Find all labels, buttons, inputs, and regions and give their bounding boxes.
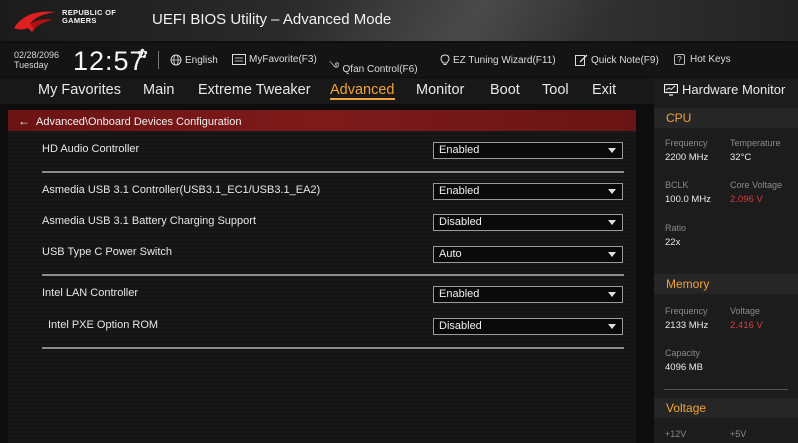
v5-label: +5V [730,429,747,439]
cpu-frequency-label: Frequency [665,138,708,148]
ratio-label: Ratio [665,223,687,233]
app-title: UEFI BIOS Utility – Advanced Mode [152,11,392,28]
language-button[interactable]: English [170,54,218,66]
hw-divider [664,389,788,390]
myfavorite-button[interactable]: MyFavorite(F3) [232,54,317,65]
monitor-icon [664,83,678,96]
select-value: Disabled [439,216,482,228]
rog-logo-icon [14,11,56,32]
date-text: 02/28/2096 [14,50,60,60]
brand-name: REPUBLIC OF GAMERS [62,9,116,25]
ez-tuning-wizard-button[interactable]: EZ Tuning Wizard(F11) [440,54,556,66]
myfavorite-label: MyFavorite(F3) [249,54,317,65]
hot-keys-button[interactable]: ? Hot Keys [674,54,731,65]
intel-lan-select[interactable]: Enabled [433,286,623,303]
memory-frequency-value: 2133 MHz [665,320,709,331]
voltage-section-header: Voltage [654,398,798,418]
settings-panel: HD Audio Controller Enabled Asmedia USB … [8,131,636,443]
memory-voltage-label: Voltage [730,306,761,316]
memory-voltage-value: 2.416 V [730,320,763,331]
section-divider [42,274,624,276]
cpu-frequency-value: 2200 MHz [665,152,709,163]
chevron-down-icon [608,148,616,153]
note-pencil-icon [575,54,588,66]
clock-time: 12:57 [73,46,146,76]
chevron-down-icon [608,324,616,329]
bclk-label: BCLK [665,180,689,190]
bclk-value: 100.0 MHz [665,194,711,205]
tab-boot[interactable]: Boot [490,82,520,98]
day-text: Tuesday [14,60,49,70]
quick-note-label: Quick Note(F9) [591,54,659,66]
breadcrumb[interactable]: ← Advanced\Onboard Devices Configuration [8,110,636,131]
asmedia-usb31-controller-select[interactable]: Enabled [433,183,623,200]
chevron-down-icon [608,252,616,257]
ez-tuning-label: EZ Tuning Wizard(F11) [453,54,556,66]
section-divider [42,171,624,173]
globe-icon [170,54,182,66]
hot-keys-label: Hot Keys [690,54,731,65]
chevron-down-icon [608,220,616,225]
cpu-temperature-value: 32°C [730,152,752,163]
toolbar: 02/28/2096 Tuesday 12:57 ✿ English MyFav… [0,43,798,77]
v12-label: +12V [665,429,687,439]
setting-label-asmedia-usb31-controller: Asmedia USB 3.1 Controller(USB3.1_EC1/US… [42,184,321,196]
breadcrumb-path: Advanced\Onboard Devices Configuration [36,116,242,128]
capacity-label: Capacity [665,348,701,358]
bulb-icon [440,54,450,65]
gear-icon[interactable]: ✿ [137,46,148,62]
section-divider [42,347,624,349]
setting-label-asmedia-battery-charging: Asmedia USB 3.1 Battery Charging Support [42,215,257,227]
cpu-temperature-label: Temperature [730,138,781,148]
memory-section-header: Memory [654,274,798,294]
select-value: Enabled [439,144,480,156]
chevron-down-icon [608,189,616,194]
setting-label-hd-audio: HD Audio Controller [42,143,140,155]
tab-tool[interactable]: Tool [542,82,569,98]
hardware-monitor-panel: Hardware Monitor CPU Frequency Temperatu… [654,78,798,443]
intel-pxe-select[interactable]: Disabled [433,318,623,335]
ratio-value: 22x [665,237,681,248]
asmedia-battery-charging-select[interactable]: Disabled [433,214,623,231]
quick-note-button[interactable]: Quick Note(F9) [575,54,659,66]
date-display: 02/28/2096 Tuesday [14,50,59,70]
question-box-icon: ? [674,54,685,65]
select-value: Enabled [439,185,480,197]
hardware-monitor-title-text: Hardware Monitor [682,82,786,97]
hardware-monitor-title: Hardware Monitor [664,82,785,97]
tab-monitor[interactable]: Monitor [416,82,464,98]
setting-label-intel-pxe: Intel PXE Option ROM [48,319,159,331]
favorite-list-icon [232,54,246,65]
capacity-value: 4096 MB [665,362,704,373]
language-label: English [185,54,218,66]
tab-advanced[interactable]: Advanced [330,82,395,100]
back-arrow-icon[interactable]: ← [18,114,30,128]
qfan-label: Qfan Control(F6) [342,64,418,75]
main-menu-bar: My Favorites Main Extreme Tweaker Advanc… [0,78,654,104]
select-value: Auto [439,248,462,260]
tab-exit[interactable]: Exit [592,82,616,98]
cpu-section-header: CPU [654,108,798,128]
usb-type-c-power-select[interactable]: Auto [433,246,623,263]
brand-line-2: GAMERS [62,16,97,25]
core-voltage-value: 2.096 V [730,194,763,205]
hd-audio-select[interactable]: Enabled [433,142,623,159]
setting-label-intel-lan: Intel LAN Controller [42,287,138,299]
setting-label-usb-type-c-power: USB Type C Power Switch [42,246,173,258]
chevron-down-icon [608,292,616,297]
tab-my-favorites[interactable]: My Favorites [38,82,121,98]
tab-extreme-tweaker[interactable]: Extreme Tweaker [198,82,311,98]
title-bar: REPUBLIC OF GAMERS UEFI BIOS Utility – A… [0,0,798,42]
memory-frequency-label: Frequency [665,306,708,316]
core-voltage-label: Core Voltage [730,180,783,190]
tab-main[interactable]: Main [143,82,174,98]
toolbar-divider [158,51,159,69]
select-value: Enabled [439,288,480,300]
select-value: Disabled [439,320,482,332]
